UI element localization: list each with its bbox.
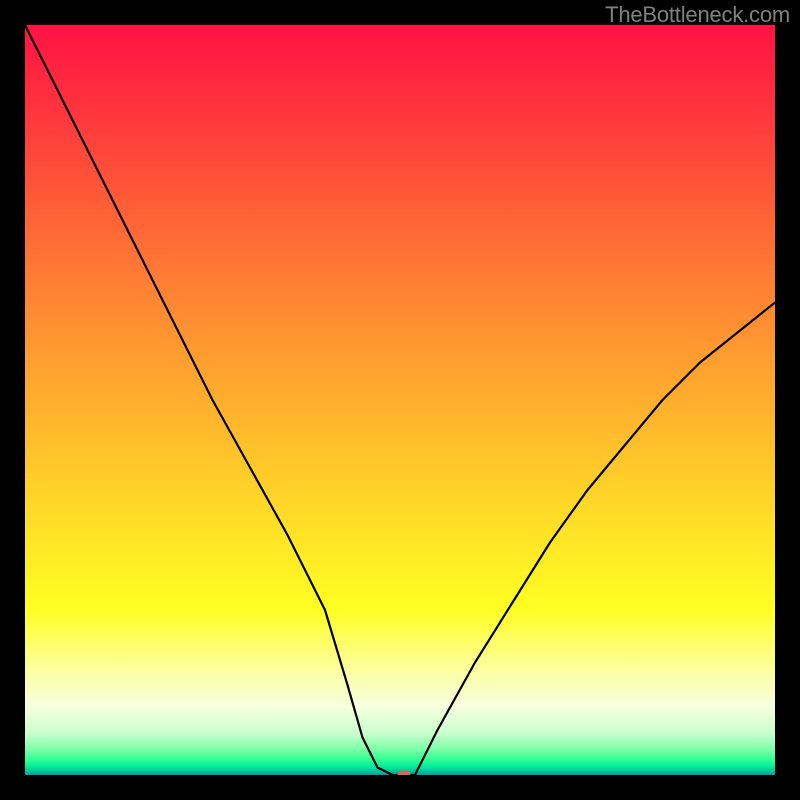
curve-svg	[25, 25, 775, 775]
watermark-text: TheBottleneck.com	[605, 2, 790, 28]
bottleneck-curve	[25, 25, 775, 775]
plot-area	[25, 25, 775, 775]
minimum-marker	[397, 771, 410, 776]
chart-frame: TheBottleneck.com	[0, 0, 800, 800]
